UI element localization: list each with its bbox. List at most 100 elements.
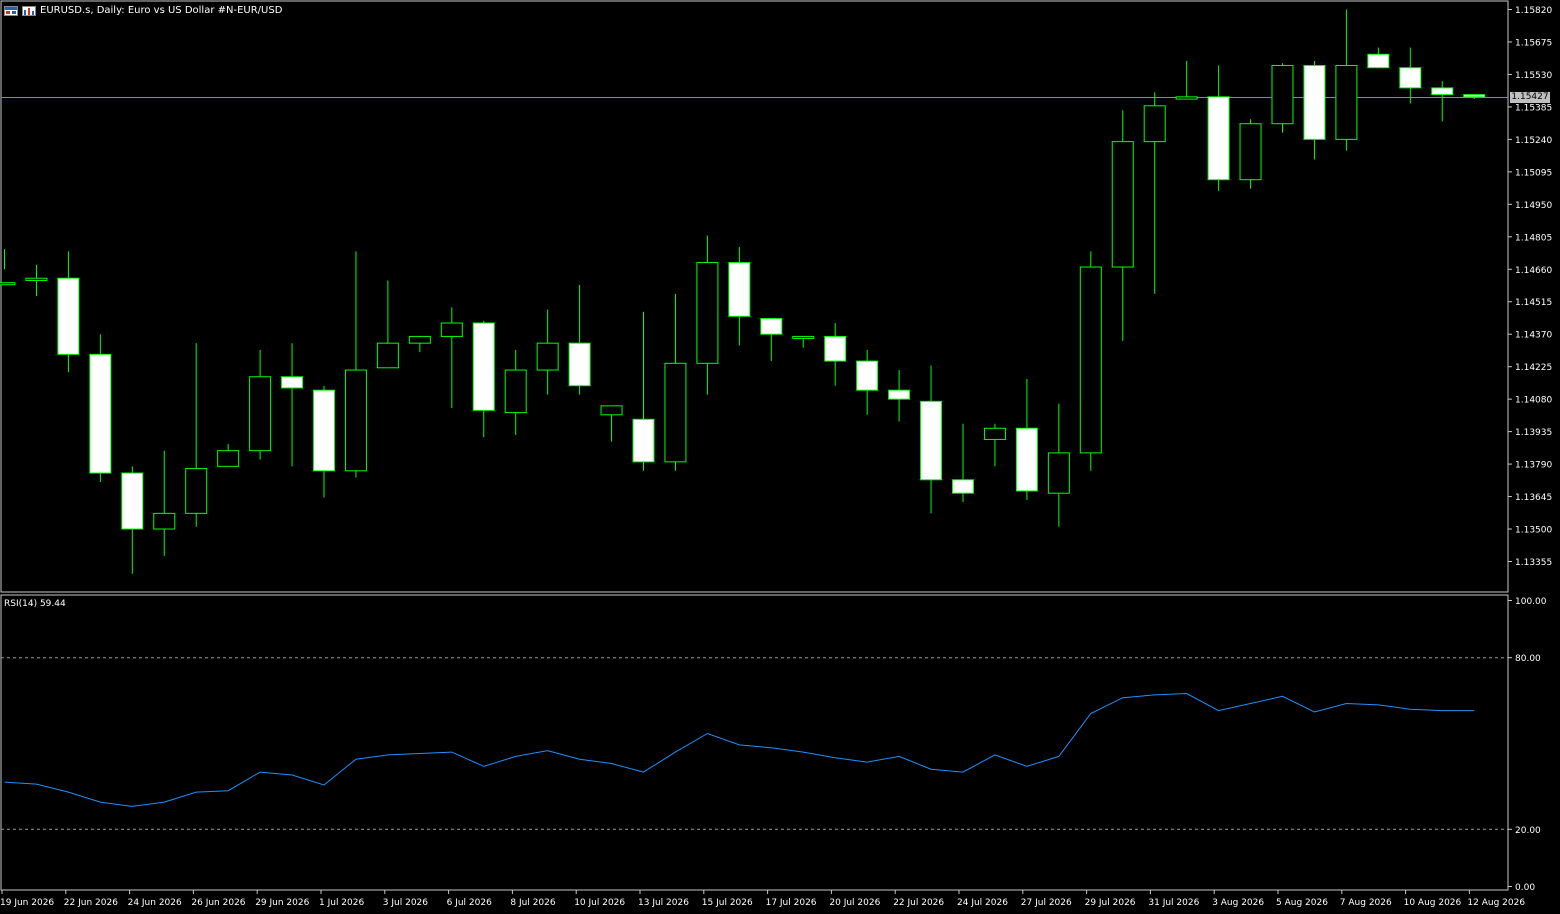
candle xyxy=(1431,81,1454,122)
candle xyxy=(952,423,974,503)
y-tick-label: 1.13790 xyxy=(1515,461,1552,471)
candle-body xyxy=(600,405,623,416)
candle xyxy=(1271,63,1294,133)
y-tick-label: 1.15385 xyxy=(1515,103,1552,113)
candle-body xyxy=(89,353,112,474)
x-tick-label: 8 Jul 2026 xyxy=(510,898,555,908)
candle xyxy=(824,323,847,386)
candle xyxy=(1015,378,1038,500)
candle-body xyxy=(983,427,1006,440)
candle xyxy=(504,349,527,435)
candle xyxy=(408,335,431,353)
candle-body xyxy=(121,472,144,530)
candle xyxy=(0,249,16,286)
x-tick-label: 15 Jul 2026 xyxy=(702,898,753,908)
candle xyxy=(856,349,879,415)
candle xyxy=(888,370,911,422)
y-tick-label: 1.14080 xyxy=(1515,396,1552,406)
candle-body xyxy=(1015,427,1038,492)
x-tick-label: 6 Jul 2026 xyxy=(447,898,492,908)
x-tick-label: 29 Jun 2026 xyxy=(255,898,309,908)
candle-body xyxy=(1207,96,1230,181)
candle xyxy=(1463,94,1486,100)
y-tick-label: 1.14805 xyxy=(1515,233,1552,243)
rsi-tick-label: 80.00 xyxy=(1515,654,1541,664)
candle xyxy=(57,251,80,373)
candle xyxy=(632,311,655,471)
x-tick-label: 26 Jun 2026 xyxy=(191,898,245,908)
x-tick-label: 3 Aug 2026 xyxy=(1212,898,1264,908)
candle-body xyxy=(696,262,719,364)
rsi-tick-label: 0.00 xyxy=(1515,883,1535,893)
x-tick-label: 22 Jul 2026 xyxy=(893,898,944,908)
candle-body xyxy=(824,335,847,362)
candle xyxy=(121,466,144,574)
y-tick-label: 1.14225 xyxy=(1515,363,1552,373)
window-icon[interactable] xyxy=(4,5,18,16)
chart-title: EURUSD.s, Daily: Euro vs US Dollar #N-EU… xyxy=(40,5,283,16)
x-tick-label: 29 Jul 2026 xyxy=(1085,898,1136,908)
rsi-line xyxy=(4,692,1475,807)
candle xyxy=(983,423,1006,467)
candle xyxy=(696,235,719,395)
candle-body xyxy=(408,335,431,344)
x-tick-label: 5 Aug 2026 xyxy=(1276,898,1328,908)
rsi-series xyxy=(4,692,1475,807)
candle xyxy=(1303,61,1326,160)
candle xyxy=(664,293,687,471)
chart-header: EURUSD.s, Daily: Euro vs US Dollar #N-EU… xyxy=(4,5,282,16)
candle-body xyxy=(1239,123,1262,181)
candle-body xyxy=(1175,96,1198,100)
candle-body xyxy=(1111,141,1134,268)
x-tick-label: 31 Jul 2026 xyxy=(1148,898,1199,908)
candle-body xyxy=(888,389,911,400)
candle-body xyxy=(344,369,367,472)
candle xyxy=(1079,251,1102,471)
x-tick-label: 13 Jul 2026 xyxy=(638,898,689,908)
x-tick-label: 7 Aug 2026 xyxy=(1340,898,1392,908)
chart-frames xyxy=(0,0,1509,891)
candle xyxy=(249,349,272,460)
y-tick-label: 1.14515 xyxy=(1515,298,1552,308)
candle xyxy=(313,385,335,498)
rsi-frame xyxy=(0,594,1509,891)
candle-body xyxy=(185,468,208,514)
candle-body xyxy=(920,400,943,481)
candle xyxy=(281,343,304,467)
candle xyxy=(1367,47,1390,69)
y-tick-label: 1.14950 xyxy=(1515,201,1552,211)
bar-chart-icon[interactable] xyxy=(22,5,36,16)
candle xyxy=(1047,403,1070,527)
x-tick-label: 10 Jul 2026 xyxy=(574,898,625,908)
rsi-label: RSI(14) 59.44 xyxy=(4,599,66,609)
candle xyxy=(89,334,112,483)
y-tick-label: 1.15820 xyxy=(1515,6,1552,16)
x-tick-label: 10 Aug 2026 xyxy=(1404,898,1462,908)
candle-body xyxy=(0,282,16,286)
candle-body xyxy=(57,277,80,355)
y-tick-label: 1.13500 xyxy=(1515,526,1552,536)
y-tick-label: 1.13645 xyxy=(1515,493,1552,503)
x-tick-label: 22 Jun 2026 xyxy=(64,898,118,908)
candle xyxy=(153,450,176,556)
y-tick-label: 1.15675 xyxy=(1515,38,1552,48)
candle xyxy=(25,264,48,297)
candle-body xyxy=(664,362,687,463)
candle xyxy=(217,443,240,467)
candle-body xyxy=(472,322,495,411)
y-tick-label: 1.14660 xyxy=(1515,266,1552,276)
candle xyxy=(1143,92,1166,294)
candle-body xyxy=(568,342,591,387)
candle xyxy=(1335,9,1358,151)
candle xyxy=(792,335,815,348)
candle-body xyxy=(1367,53,1390,69)
candle-body xyxy=(313,389,335,472)
candle xyxy=(600,405,623,442)
candle-body xyxy=(504,369,527,414)
candle-body xyxy=(217,450,240,467)
x-tick-label: 27 Jul 2026 xyxy=(1021,898,1072,908)
x-tick-label: 24 Jun 2026 xyxy=(128,898,182,908)
candle xyxy=(1207,65,1230,191)
candle-body xyxy=(856,360,879,391)
candle xyxy=(472,320,495,438)
